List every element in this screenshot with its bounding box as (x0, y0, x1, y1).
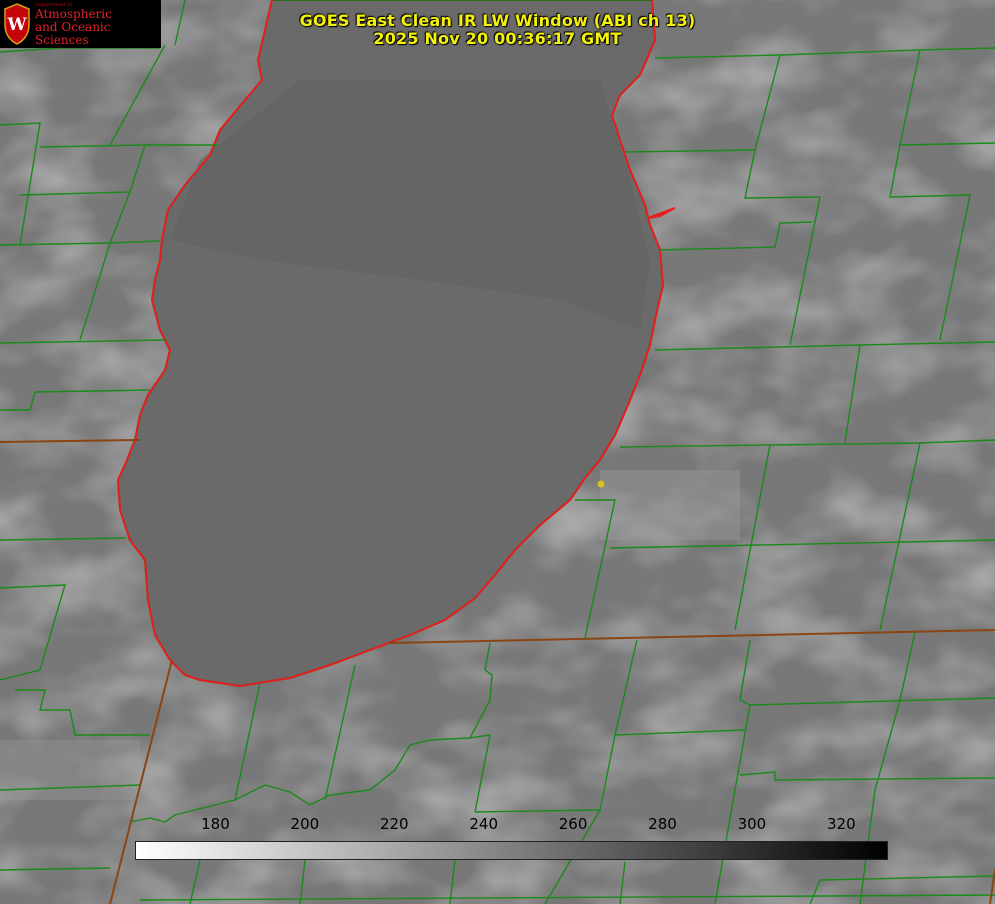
location-marker (597, 480, 605, 488)
satellite-image-map (0, 0, 995, 904)
bright-cloud-patch (0, 740, 140, 800)
image-title: GOES East Clean IR LW Window (ABI ch 13) (299, 11, 696, 30)
image-timestamp: 2025 Nov 20 00:36:17 GMT (373, 29, 622, 48)
colorbar-tick-label: 260 (558, 815, 588, 833)
colorbar-tick-label: 240 (469, 815, 498, 833)
colorbar-tick-label: 200 (290, 815, 320, 833)
colorbar-tick-label: 280 (648, 815, 677, 833)
colorbar (135, 841, 888, 860)
colorbar-tick-label: 220 (379, 815, 409, 833)
bright-cloud-patch (600, 470, 740, 540)
colorbar-tick-label: 180 (201, 815, 230, 833)
colorbar-tick-label: 320 (826, 815, 856, 833)
colorbar-tick-label: 300 (737, 815, 767, 833)
